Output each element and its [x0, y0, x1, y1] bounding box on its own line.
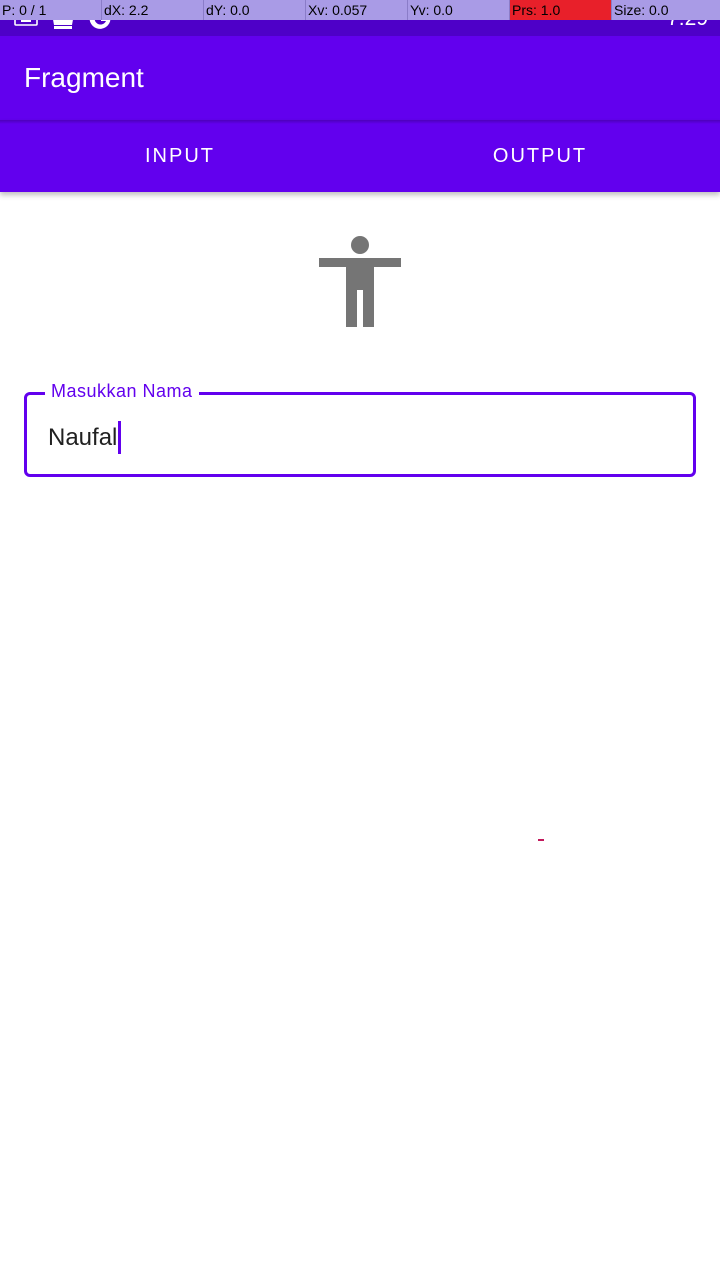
name-input-value: Naufal	[48, 423, 118, 451]
touch-trace-mark	[538, 839, 544, 841]
debug-dx: dX: 2.2	[102, 0, 204, 20]
app-bar: Fragment	[0, 36, 720, 120]
pointer-debug-overlay: P: 0 / 1 dX: 2.2 dY: 0.0 Xv: 0.057 Yv: 0…	[0, 0, 720, 20]
name-input[interactable]: Naufal	[48, 421, 122, 454]
debug-size: Size: 0.0	[612, 0, 720, 20]
tab-output[interactable]: OUTPUT	[360, 120, 720, 192]
debug-xv: Xv: 0.057	[306, 0, 408, 20]
accessibility-icon	[318, 236, 402, 328]
text-cursor	[118, 421, 122, 454]
tab-output-label: OUTPUT	[492, 144, 588, 167]
app-title: Fragment	[24, 62, 144, 93]
name-field-label: Masukkan Nama	[45, 381, 199, 402]
tab-bar-shadow	[0, 120, 720, 124]
name-input-field[interactable]: Masukkan Nama Naufal	[24, 381, 696, 477]
debug-pointer-count: P: 0 / 1	[0, 0, 102, 20]
tab-input-label: INPUT	[145, 144, 215, 167]
tab-bar: INPUT OUTPUT	[0, 120, 720, 192]
tab-input[interactable]: INPUT	[0, 120, 360, 192]
debug-yv: Yv: 0.0	[408, 0, 510, 20]
debug-pressure: Prs: 1.0	[510, 0, 612, 20]
debug-dy: dY: 0.0	[204, 0, 306, 20]
